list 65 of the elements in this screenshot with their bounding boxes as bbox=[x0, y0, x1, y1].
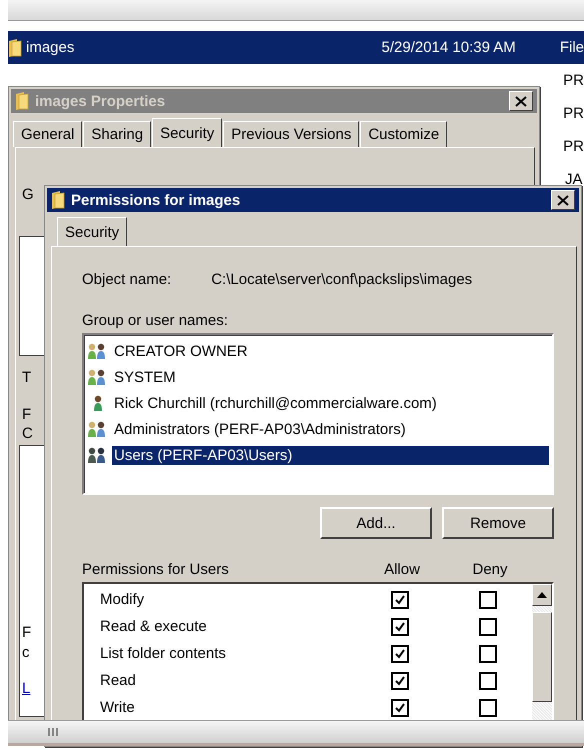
label: F bbox=[22, 624, 32, 641]
checkmark-icon bbox=[394, 594, 406, 606]
user-list-item[interactable]: Administrators (PERF-AP03\Administrators) bbox=[112, 420, 408, 438]
checkmark-icon bbox=[394, 674, 406, 686]
permission-name: Write bbox=[99, 699, 136, 716]
object-path: C:\Locate\server\conf\packslips\images bbox=[211, 271, 472, 288]
file-type: File bbox=[560, 39, 584, 56]
tab[interactable]: Security bbox=[57, 217, 128, 247]
window-title: Permissions for images bbox=[71, 192, 242, 208]
permission-name: Read & execute bbox=[99, 618, 208, 635]
grip-icon[interactable] bbox=[48, 727, 58, 737]
close-button[interactable] bbox=[551, 190, 575, 210]
link[interactable]: L bbox=[22, 680, 30, 697]
tab[interactable]: Sharing bbox=[83, 121, 152, 147]
checkmark-icon bbox=[394, 702, 406, 714]
close-button[interactable] bbox=[509, 91, 533, 111]
file-row[interactable]: images 5/29/2014 10:39 AM File bbox=[8, 31, 584, 64]
checkmark-icon bbox=[394, 648, 406, 660]
checkmark-icon bbox=[394, 620, 406, 632]
deny-header: Deny bbox=[472, 561, 508, 578]
close-icon[interactable] bbox=[515, 96, 527, 106]
label: F bbox=[22, 406, 32, 423]
tab[interactable]: General bbox=[13, 121, 82, 147]
deny-checkbox[interactable] bbox=[479, 672, 497, 690]
permissions-label: Permissions for Users bbox=[82, 561, 230, 578]
permission-name: List folder contents bbox=[99, 645, 227, 662]
tab[interactable]: Customize bbox=[360, 121, 448, 147]
folder-icon bbox=[8, 38, 22, 56]
allow-header: Allow bbox=[384, 561, 420, 578]
user-list-item[interactable]: CREATOR OWNER bbox=[112, 342, 250, 360]
file-type: PR bbox=[563, 72, 584, 89]
allow-checkbox[interactable] bbox=[391, 672, 409, 690]
up-arrow-icon[interactable] bbox=[537, 592, 547, 598]
horizontal-scrollbar[interactable] bbox=[8, 720, 584, 746]
deny-checkbox[interactable] bbox=[479, 590, 497, 608]
file-type: JA bbox=[565, 171, 583, 188]
label: C bbox=[22, 425, 33, 442]
label: T bbox=[22, 369, 32, 386]
allow-checkbox[interactable] bbox=[391, 590, 409, 608]
deny-checkbox[interactable] bbox=[479, 618, 497, 636]
file-name: images bbox=[26, 39, 74, 56]
user-icon bbox=[93, 394, 103, 412]
allow-checkbox[interactable] bbox=[391, 618, 409, 636]
user-list-item[interactable]: Rick Churchill (rchurchill@commercialware.com) bbox=[112, 394, 439, 412]
remove-button[interactable]: Remove bbox=[442, 507, 554, 539]
folder-icon bbox=[51, 191, 65, 209]
allow-checkbox[interactable] bbox=[391, 644, 409, 662]
deny-checkbox[interactable] bbox=[479, 698, 497, 716]
tab[interactable]: Previous Versions bbox=[223, 121, 360, 147]
date-modified: 5/29/2014 10:39 AM bbox=[382, 39, 517, 56]
add-button[interactable]: Add... bbox=[320, 507, 432, 539]
object-name-label: Object name: bbox=[82, 271, 172, 288]
window-title: images Properties bbox=[35, 92, 166, 110]
user-list-item[interactable]: SYSTEM bbox=[112, 368, 178, 386]
tab[interactable]: Security bbox=[152, 118, 222, 148]
label: c bbox=[22, 644, 30, 661]
allow-checkbox[interactable] bbox=[391, 698, 409, 716]
group-label: Group or user names: bbox=[82, 312, 229, 329]
user-list-item[interactable]: Users (PERF-AP03\Users) bbox=[112, 446, 549, 464]
label: G bbox=[22, 186, 34, 203]
permission-name: Modify bbox=[99, 591, 146, 608]
close-icon[interactable] bbox=[557, 194, 569, 206]
deny-checkbox[interactable] bbox=[479, 644, 497, 662]
folder-icon bbox=[15, 92, 29, 110]
permission-name: Read bbox=[99, 672, 137, 689]
